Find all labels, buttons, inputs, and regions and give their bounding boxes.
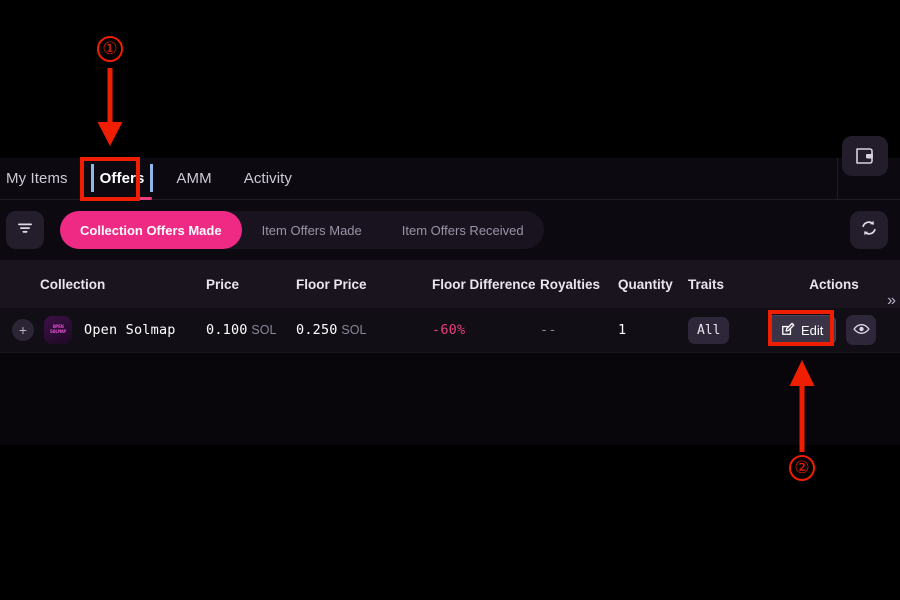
segment-collection-offers-made-label: Collection Offers Made: [80, 222, 222, 238]
floor-difference-value: -60%: [432, 322, 466, 338]
column-header-actions: Actions: [809, 276, 859, 292]
quantity-value: 1: [618, 322, 627, 338]
cell-traits: All: [688, 316, 768, 344]
collection-name: Open Solmap: [84, 322, 176, 338]
segment-collection-offers-made[interactable]: Collection Offers Made: [60, 211, 242, 249]
column-header-floor-difference: Floor Difference: [432, 276, 536, 292]
tab-list: My Items Offers AMM Activity: [0, 158, 308, 200]
expand-columns-chevron-icon[interactable]: »: [887, 292, 896, 310]
segment-item-offers-made-label: Item Offers Made: [261, 222, 362, 238]
segment-item-offers-received-label: Item Offers Received: [401, 222, 524, 238]
eye-icon: [853, 322, 870, 339]
add-to-cart-button[interactable]: +: [12, 319, 34, 341]
wallet-icon: [854, 146, 876, 166]
tab-amm[interactable]: AMM: [160, 158, 227, 200]
app-root: My Items Offers AMM Activity Collection …: [0, 0, 900, 600]
annotation-marker-2: ②: [789, 455, 815, 481]
tab-offers-caret-left-icon: [90, 163, 94, 192]
tab-bar-divider: [837, 158, 838, 200]
price-unit: SOL: [251, 323, 277, 337]
column-header-traits: Traits: [688, 276, 725, 292]
table-row[interactable]: + OPEN SOLMAP Open Solmap 0.100 SOL 0.250…: [0, 308, 900, 353]
offers-table: Collection Price Floor Price Floor Diffe…: [0, 260, 900, 353]
main-tab-bar: My Items Offers AMM Activity: [0, 158, 900, 200]
table-empty-area: [0, 353, 900, 445]
column-header-quantity: Quantity: [618, 276, 673, 292]
collection-thumbnail-label: OPEN SOLMAP: [49, 324, 67, 335]
table-header-row: Collection Price Floor Price Floor Diffe…: [0, 260, 900, 308]
filter-icon: [16, 220, 34, 241]
page-background-top: [0, 0, 900, 158]
tab-amm-label: AMM: [176, 170, 212, 187]
cell-collection: + OPEN SOLMAP Open Solmap: [0, 316, 206, 344]
tab-offers-caret-right-icon: [150, 163, 154, 192]
tab-activity-label: Activity: [243, 170, 293, 187]
column-header-collection: Collection: [40, 276, 106, 292]
wallet-icon-button[interactable]: [842, 136, 888, 176]
cell-royalties: --: [540, 322, 618, 338]
tab-activity[interactable]: Activity: [228, 158, 308, 200]
tab-offers-label: Offers: [99, 170, 145, 187]
filter-button[interactable]: [6, 211, 44, 249]
column-header-floor-price: Floor Price: [296, 276, 367, 292]
segment-item-offers-received[interactable]: Item Offers Received: [382, 211, 544, 249]
cell-floor-price: 0.250 SOL: [296, 322, 432, 338]
collection-thumbnail: OPEN SOLMAP: [44, 316, 72, 344]
refresh-button[interactable]: [850, 211, 888, 249]
tab-my-items-label: My Items: [6, 170, 68, 187]
column-header-price: Price: [206, 276, 240, 292]
cell-floor-difference: -60%: [432, 322, 540, 338]
edit-button-label: Edit: [801, 322, 824, 338]
cell-quantity: 1: [618, 322, 688, 338]
offers-toolbar: Collection Offers Made Item Offers Made …: [0, 200, 900, 260]
cell-actions: Edit: [768, 315, 900, 345]
refresh-icon: [859, 218, 879, 243]
pencil-square-icon: [781, 322, 795, 339]
price-value: 0.100: [206, 322, 248, 338]
traits-badge[interactable]: All: [688, 316, 730, 344]
floor-price-value: 0.250: [296, 322, 338, 338]
tab-offers[interactable]: Offers: [84, 158, 161, 200]
royalties-value: --: [540, 322, 557, 338]
view-offer-button[interactable]: [846, 315, 877, 345]
edit-button[interactable]: Edit: [768, 315, 837, 345]
tab-my-items[interactable]: My Items: [0, 158, 84, 200]
cell-price: 0.100 SOL: [206, 322, 296, 338]
floor-price-unit: SOL: [341, 323, 367, 337]
offers-segmented-control: Collection Offers Made Item Offers Made …: [60, 211, 544, 249]
column-header-royalties: Royalties: [540, 276, 601, 292]
segment-item-offers-made[interactable]: Item Offers Made: [242, 211, 382, 249]
